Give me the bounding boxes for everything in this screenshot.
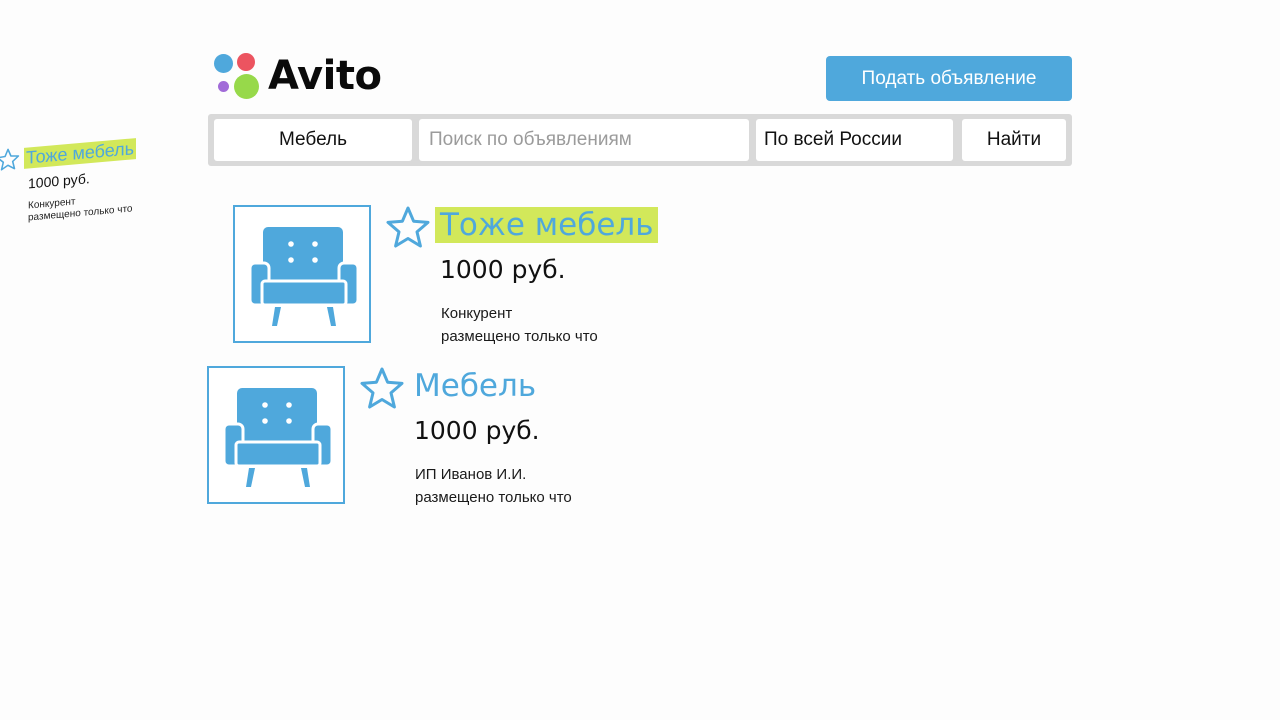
logo-dot-blue	[214, 54, 233, 73]
logo-wordmark: Avito	[268, 53, 382, 99]
listing-meta: Конкурент размещено только что	[441, 302, 598, 348]
search-input[interactable]	[429, 129, 749, 151]
category-select[interactable]: Мебель	[214, 119, 412, 161]
search-submit-label: Найти	[986, 129, 1042, 150]
listing-seller: Конкурент	[441, 305, 513, 322]
search-bar: Мебель По всей России Найти	[208, 114, 1072, 166]
ghost-listing-title: Тоже мебель	[24, 138, 137, 169]
ghost-listing-meta: Конкурент размещено только что	[28, 191, 133, 224]
armchair-icon	[223, 388, 333, 487]
listing-posted-time: размещено только что	[415, 489, 572, 506]
listing-title[interactable]: Мебель	[414, 368, 536, 404]
ghost-listing-price: 1000 руб.	[28, 170, 90, 192]
logo-dot-green	[234, 74, 259, 99]
region-select[interactable]: По всей России	[756, 119, 953, 161]
listing-meta: ИП Иванов И.И. размещено только что	[415, 463, 572, 509]
post-ad-button[interactable]: Подать объявление	[826, 56, 1072, 101]
armchair-icon	[249, 227, 359, 326]
ghost-listing-card: Тоже мебель 1000 руб. Конкурент размещен…	[0, 129, 190, 226]
listing-price: 1000 руб.	[414, 416, 540, 445]
search-submit-button[interactable]: Найти	[962, 119, 1066, 161]
listing-price: 1000 руб.	[440, 255, 566, 284]
listing-posted-time: размещено только что	[441, 328, 598, 345]
listing-image[interactable]	[207, 366, 345, 504]
category-select-value: Мебель	[279, 129, 347, 150]
star-outline-icon	[0, 148, 20, 171]
logo-dot-purple	[218, 81, 229, 92]
logo-dot-red	[237, 53, 255, 71]
avito-logo[interactable]: Avito	[212, 52, 382, 102]
region-select-value: По всей России	[764, 129, 902, 150]
search-query-field[interactable]	[419, 119, 749, 161]
listing-image[interactable]	[233, 205, 371, 343]
star-outline-icon[interactable]	[359, 366, 405, 410]
listing-seller: ИП Иванов И.И.	[415, 466, 527, 483]
listing-title[interactable]: Тоже мебель	[435, 207, 658, 243]
star-outline-icon[interactable]	[385, 205, 431, 249]
